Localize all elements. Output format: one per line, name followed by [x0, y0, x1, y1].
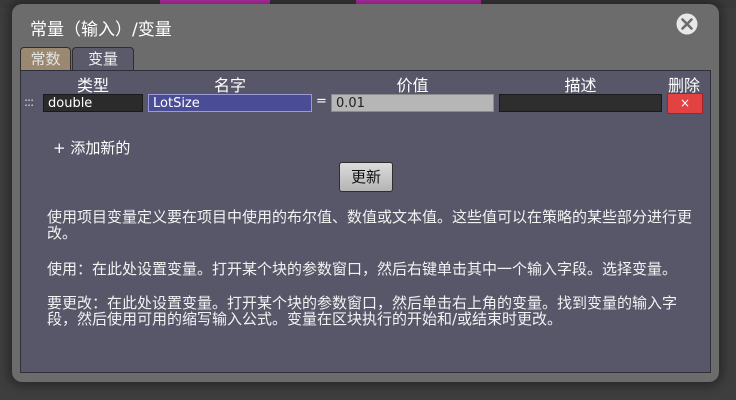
- add-new-variable-link[interactable]: + 添加新的: [53, 137, 130, 158]
- help-text-usage: 使用：在此处设置变量。打开某个块的参数窗口，然后右键单击其中一个输入字段。选择变…: [47, 260, 678, 278]
- equals-sign: =: [316, 94, 327, 109]
- close-icon: [676, 13, 698, 35]
- variables-panel: 类型 名字 价值 描述 删除 ::: double LotSize = 0.01…: [20, 70, 711, 373]
- variable-name-field[interactable]: LotSize: [148, 94, 312, 112]
- variable-type-field[interactable]: double: [43, 94, 143, 112]
- help-text-intro: 使用项目变量定义要在项目中使用的布尔值、数值或文本值。这些值可以在策略的某些部分…: [47, 208, 693, 242]
- delete-row-button[interactable]: ×: [667, 93, 703, 114]
- drag-handle-icon[interactable]: :::: [24, 95, 34, 109]
- variable-description-field[interactable]: [499, 94, 662, 112]
- tab-constants[interactable]: 常数: [20, 47, 71, 70]
- update-button[interactable]: 更新: [339, 162, 393, 192]
- dialog-title: 常量（输入）/变量: [30, 20, 172, 40]
- variable-value-field[interactable]: 0.01: [331, 94, 494, 112]
- tab-variables[interactable]: 变量: [72, 47, 134, 70]
- variable-row: ::: double LotSize = 0.01 ×: [21, 93, 710, 115]
- close-button[interactable]: [675, 12, 699, 36]
- variables-dialog: 常量（输入）/变量 常数 变量 类型 名字 价值 描述 删除 ::: doubl…: [12, 4, 719, 382]
- help-text-change: 要更改：在此处设置变量。打开某个块的参数窗口，然后单击右上角的变量。找到变量的输…: [47, 294, 678, 328]
